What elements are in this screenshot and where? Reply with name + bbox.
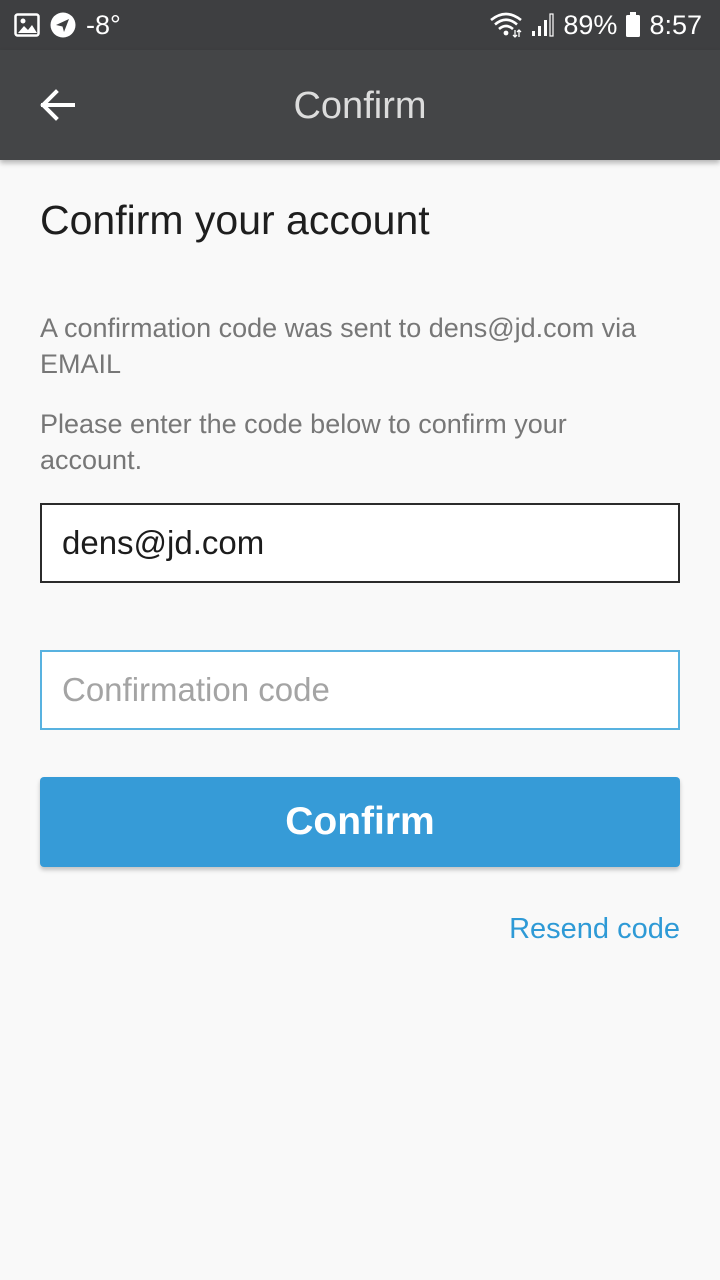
status-right: 89% 8:57 — [489, 10, 702, 40]
wifi-icon — [489, 12, 523, 38]
signal-icon — [531, 13, 555, 37]
confirmation-sent-text: A confirmation code was sent to dens@jd.… — [40, 313, 637, 379]
clock: 8:57 — [649, 10, 702, 40]
email-field[interactable] — [40, 503, 680, 583]
page-title: Confirm your account — [40, 197, 430, 243]
app-bar: Confirm — [0, 50, 720, 160]
confirm-button[interactable]: Confirm — [40, 777, 680, 867]
navigation-icon — [50, 12, 76, 38]
temperature: -8° — [86, 10, 121, 40]
image-icon — [14, 13, 40, 37]
confirmation-code-input[interactable] — [40, 650, 680, 730]
battery-percent: 89% — [563, 10, 618, 40]
status-left: -8° — [14, 10, 121, 40]
enter-code-instructions: Please enter the code below to confirm y… — [40, 409, 567, 475]
resend-code-link[interactable]: Resend code — [509, 910, 680, 948]
app-bar-title: Confirm — [293, 85, 427, 127]
status-bar: -8° 89% 8:57 — [0, 0, 720, 50]
battery-icon — [625, 12, 641, 38]
